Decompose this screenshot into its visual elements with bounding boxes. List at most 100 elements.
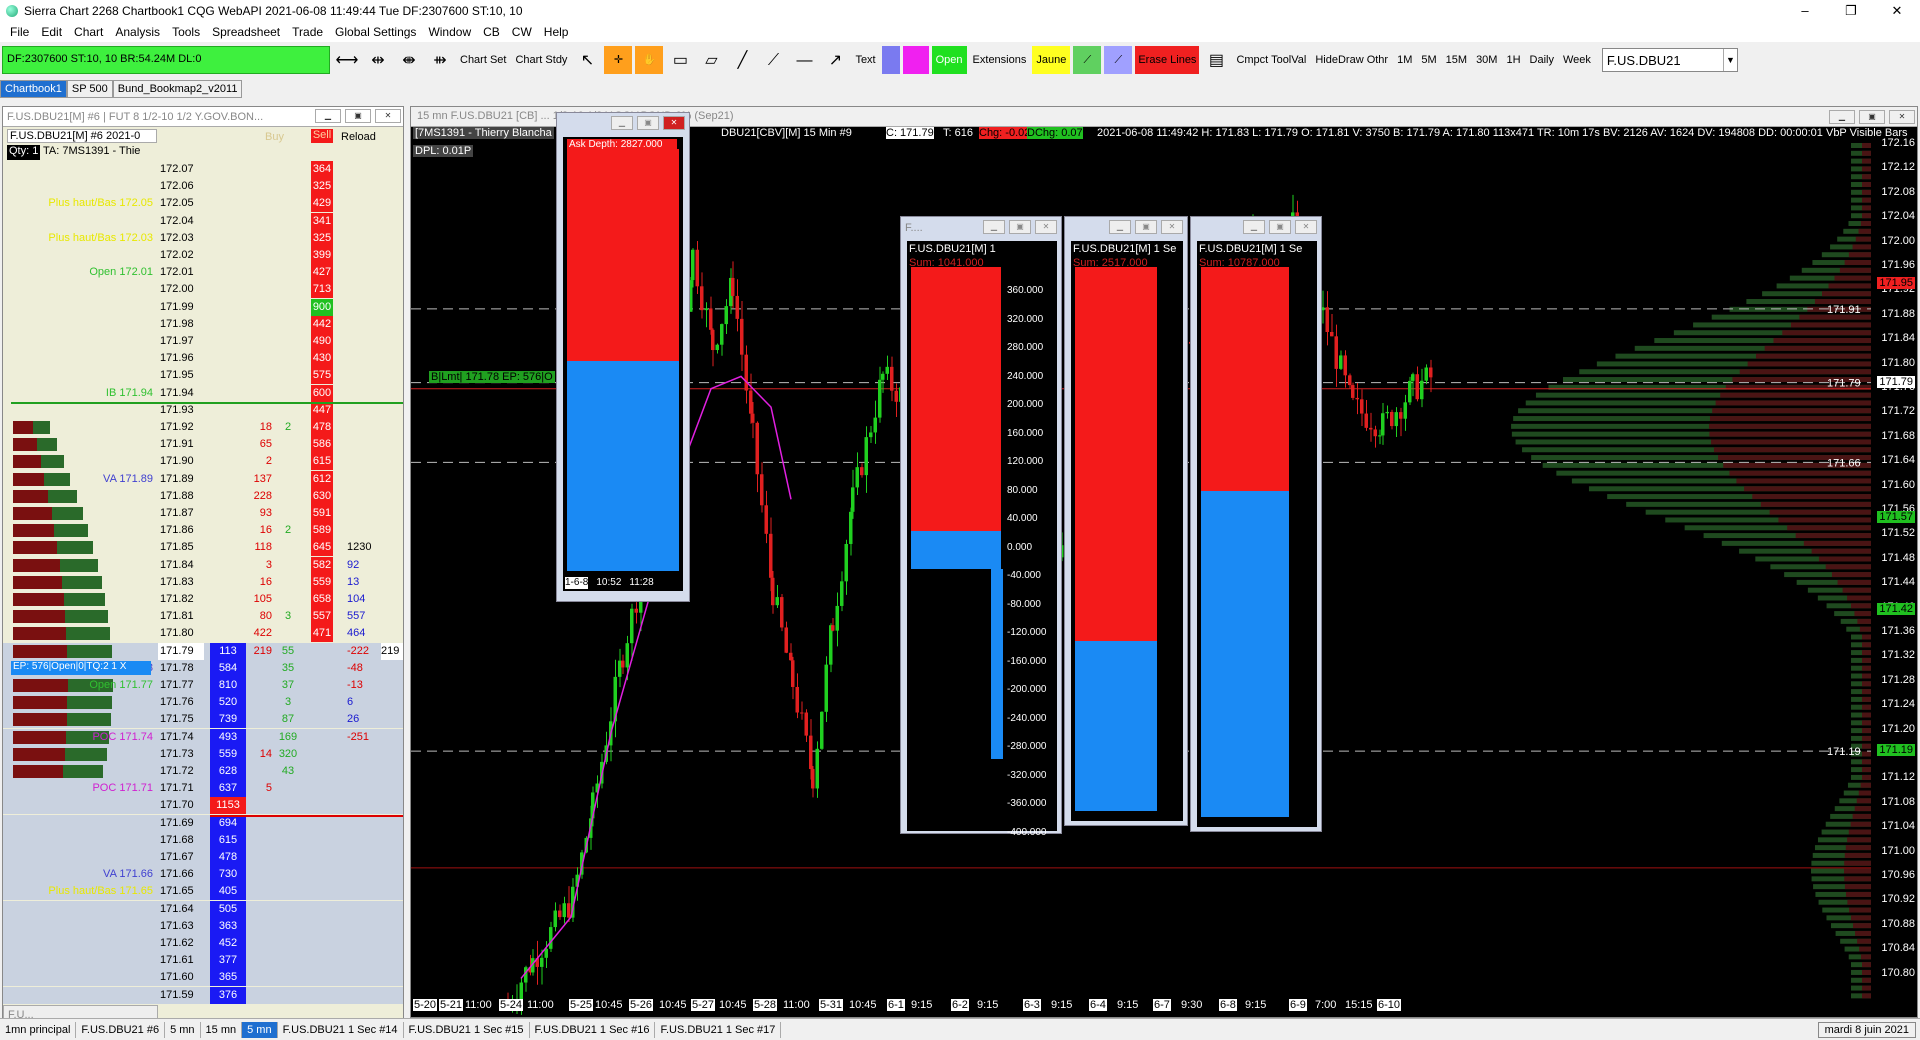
menu-file[interactable]: File xyxy=(4,25,35,39)
dom-row[interactable]: IB 171.94 171.94 600 xyxy=(3,384,403,402)
dom-ask-size[interactable]: 364 xyxy=(311,161,333,178)
ray-icon[interactable]: ⟋ xyxy=(759,46,787,74)
dom-bid-size[interactable]: 810 xyxy=(210,677,246,694)
dom-row[interactable]: 171.99 900 xyxy=(3,298,403,316)
symbol-select[interactable]: F.US.DBU21 ▼ xyxy=(1601,48,1738,72)
dom-ask-size[interactable]: 325 xyxy=(311,229,333,247)
dom-row[interactable]: POC 171.74 171.74 493 169 -251 xyxy=(3,728,403,746)
dom-row[interactable]: 171.85 118 645 1230 xyxy=(3,539,403,557)
dom-ask-size[interactable]: 615 xyxy=(311,453,333,471)
erase-lines-button[interactable]: Erase Lines xyxy=(1135,46,1200,74)
arrow-line-icon[interactable]: ↗ xyxy=(821,46,849,74)
bottom-tab-1sec-15[interactable]: F.US.DBU21 1 Sec #15 xyxy=(404,1021,530,1038)
dom-row[interactable]: Open 171.77 171.77 810 37 -13 xyxy=(3,677,403,694)
dom-ask-size[interactable]: 575 xyxy=(311,367,333,385)
hand-icon[interactable]: ✋ xyxy=(635,46,664,74)
menu-analysis[interactable]: Analysis xyxy=(109,25,166,39)
close-icon[interactable]: ✕ xyxy=(1874,0,1920,22)
restore-icon[interactable]: ▣ xyxy=(1009,220,1031,234)
dom-ask-size[interactable]: 612 xyxy=(311,470,333,488)
dom-ask-size[interactable]: 429 xyxy=(311,195,333,213)
chevron-down-icon[interactable]: ▼ xyxy=(1722,49,1737,71)
dom-row[interactable]: 171.82 105 658 104 xyxy=(3,591,403,608)
bottom-tab-15mn[interactable]: 15 mn xyxy=(201,1021,243,1038)
menu-tools[interactable]: Tools xyxy=(166,25,206,39)
dom-bid-size[interactable]: 493 xyxy=(210,728,246,746)
restore-icon[interactable]: ▣ xyxy=(345,109,371,123)
bottom-tab-1sec-16[interactable]: F.US.DBU21 1 Sec #16 xyxy=(530,1021,656,1038)
dom-ask-size[interactable]: 341 xyxy=(311,212,333,230)
dom-bid-size[interactable]: 694 xyxy=(210,814,246,832)
tf-week-button[interactable]: Week xyxy=(1560,46,1594,74)
cmpct-toolval-button[interactable]: Cmpct ToolVal xyxy=(1233,46,1309,74)
dom-row[interactable]: 171.75 739 87 26 xyxy=(3,711,403,729)
dom-ask-size[interactable]: 559 xyxy=(311,573,333,591)
dom-bid-size[interactable]: 520 xyxy=(210,694,246,712)
dom-row[interactable]: VA 171.89 171.89 137 612 xyxy=(3,470,403,488)
chart-set-button[interactable]: Chart Set xyxy=(457,46,509,74)
dom-row[interactable]: 171.84 3 582 92 xyxy=(3,556,403,574)
tab-chartbook1[interactable]: Chartbook1 xyxy=(0,80,67,98)
order-label[interactable]: B|Lmt| 171.78 EP: 576|O xyxy=(429,371,555,383)
close-icon[interactable]: ✕ xyxy=(1889,110,1915,124)
dom-bid-size[interactable]: 1153 xyxy=(210,797,246,815)
dom-row[interactable]: 171.80 422 471 464 xyxy=(3,625,403,643)
dom-row[interactable]: 171.62 452 xyxy=(3,935,403,952)
line-icon[interactable]: ╱ xyxy=(728,46,756,74)
tab-bund-bookmap[interactable]: Bund_Bookmap2_v2011 xyxy=(112,80,243,98)
dom-ask-size[interactable]: 582 xyxy=(311,556,333,574)
close-icon[interactable]: ✕ xyxy=(663,116,685,130)
dom-row[interactable]: 171.72 628 43 xyxy=(3,763,403,780)
dom-row[interactable]: VA 171.66 171.66 730 xyxy=(3,866,403,884)
close-icon[interactable]: ✕ xyxy=(1035,220,1057,234)
bottom-tab-5mn[interactable]: 5 mn xyxy=(165,1021,201,1038)
dom-row[interactable]: 172.06 325 xyxy=(3,178,403,196)
channel-icon[interactable]: ▱ xyxy=(697,46,725,74)
menu-cb[interactable]: CB xyxy=(477,25,506,39)
tf-5m-button[interactable]: 5M xyxy=(1418,46,1439,74)
dom-row[interactable]: 171.64 505 xyxy=(3,900,403,918)
dom-row[interactable]: 172.04 341 xyxy=(3,212,403,230)
dom-row[interactable]: POC 171.71 171.71 637 5 xyxy=(3,780,403,798)
dom-bid-size[interactable]: 730 xyxy=(210,866,246,884)
dom-ask-size[interactable]: 658 xyxy=(311,591,333,608)
maximize-icon[interactable]: ❐ xyxy=(1828,0,1874,22)
close-icon[interactable]: ✕ xyxy=(1295,220,1317,234)
dom-row[interactable]: 171.70 1153 xyxy=(3,797,403,815)
minimize-icon[interactable]: ▁ xyxy=(983,220,1005,234)
dom-row[interactable]: 171.92 18 2 478 xyxy=(3,419,403,436)
menu-spreadsheet[interactable]: Spreadsheet xyxy=(206,25,286,39)
dom-bid-size[interactable]: 376 xyxy=(210,986,246,1004)
dom-row[interactable]: 171.60 365 xyxy=(3,969,403,987)
tf-30m-button[interactable]: 30M xyxy=(1473,46,1500,74)
minimize-icon[interactable]: ▁ xyxy=(1829,110,1855,124)
menu-global-settings[interactable]: Global Settings xyxy=(329,25,422,39)
time-axis[interactable]: 5-20 5-21 11:00 5-24 11:00 5-25 10:45 5-26 10:45… xyxy=(411,997,1871,1013)
minimize-icon[interactable]: – xyxy=(1782,0,1828,22)
menu-cw[interactable]: CW xyxy=(506,25,538,39)
restore-icon[interactable]: ▣ xyxy=(1269,220,1291,234)
dom-bid-size[interactable]: 365 xyxy=(210,969,246,987)
dom-row[interactable]: 171.79 113 219 55 -222 219 xyxy=(3,642,403,660)
bottom-tab-1sec-14[interactable]: F.US.DBU21 1 Sec #14 xyxy=(278,1021,404,1038)
dom-row[interactable]: 171.63 363 xyxy=(3,917,403,935)
dom-ask-size[interactable]: 471 xyxy=(311,625,333,643)
dom-ask-size[interactable]: 630 xyxy=(311,487,333,505)
menu-edit[interactable]: Edit xyxy=(35,25,68,39)
dom-row[interactable]: 171.93 447 xyxy=(3,401,403,419)
horizontal-line-icon[interactable]: — xyxy=(790,46,818,74)
qty-badge[interactable]: Qty: 1 xyxy=(7,145,41,160)
minimize-icon[interactable]: ▁ xyxy=(1109,220,1131,234)
dom-bid-size[interactable]: 478 xyxy=(210,849,246,866)
dom-bid-size[interactable]: 739 xyxy=(210,711,246,729)
calculator-icon[interactable]: ▤ xyxy=(1202,46,1230,74)
dom-row[interactable]: 171.88 228 630 xyxy=(3,487,403,505)
dom-row[interactable]: 171.91 65 586 xyxy=(3,436,403,454)
minimize-icon[interactable]: ▁ xyxy=(611,116,633,130)
dom-row[interactable]: Plus haut/Bas 172.03 172.03 325 xyxy=(3,229,403,247)
dom-ask-size[interactable]: 591 xyxy=(311,505,333,522)
dom-row[interactable]: 171.83 16 559 13 xyxy=(3,573,403,591)
tf-daily-button[interactable]: Daily xyxy=(1527,46,1557,74)
entry-position-badge[interactable]: EP: 576|Open|0|TQ:2 1 X xyxy=(11,660,151,675)
restore-icon[interactable]: ▣ xyxy=(1135,220,1157,234)
